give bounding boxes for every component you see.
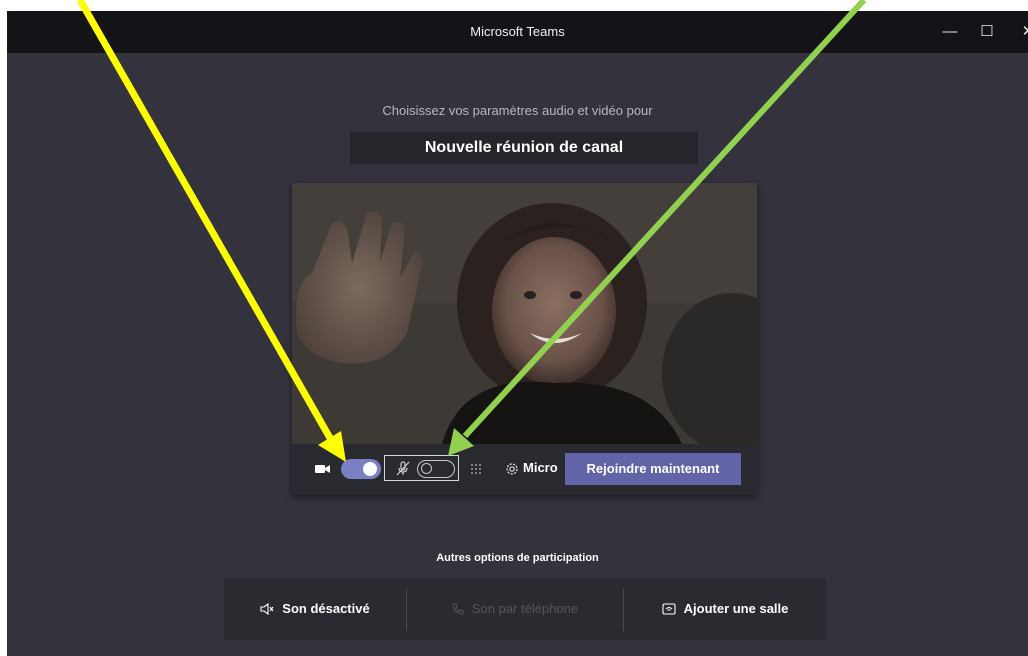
phone-audio-label: Son par téléphone [471, 601, 579, 616]
background-blur-icon[interactable] [469, 462, 483, 476]
window-title: Microsoft Teams [470, 24, 565, 39]
camera-toggle[interactable] [341, 459, 381, 479]
video-camera-icon [315, 465, 330, 473]
device-controls: Micro Rejoindre maintenant [292, 444, 757, 495]
webcam-image [292, 183, 757, 444]
toggle-knob [363, 462, 377, 476]
audio-off-option[interactable]: Son désactivé [224, 578, 406, 640]
minimize-button[interactable]: — [932, 11, 968, 53]
video-preview [292, 183, 757, 444]
add-room-label: Ajouter une salle [683, 601, 789, 616]
close-button[interactable]: ✕ [1010, 11, 1028, 53]
audio-off-label: Son désactivé [282, 601, 370, 616]
microphone-control-highlight [384, 455, 459, 481]
microphone-off-icon [396, 461, 410, 476]
add-room-option[interactable]: Ajouter une salle [624, 578, 826, 640]
prejoin-card: Micro Rejoindre maintenant [292, 183, 757, 495]
toggle-knob [421, 463, 432, 474]
phone-icon [452, 603, 464, 615]
room-icon [662, 603, 676, 615]
gear-icon[interactable] [504, 461, 520, 477]
microphone-toggle[interactable] [417, 460, 455, 478]
speaker-muted-icon [260, 602, 274, 615]
other-options-title: Autres options de participation [436, 552, 599, 564]
other-options-bar: Son désactivé Son par téléphone Ajouter … [224, 578, 826, 640]
maximize-button[interactable]: ☐ [969, 11, 1005, 53]
screenshot-root: Microsoft Teams — ☐ ✕ Choisissez vos par… [0, 0, 1028, 656]
join-now-button[interactable]: Rejoindre maintenant [565, 453, 741, 485]
phone-audio-option: Son par téléphone [407, 578, 623, 640]
meeting-title: Nouvelle réunion de canal [350, 132, 698, 164]
prejoin-prompt: Choisissez vos paramètres audio et vidéo… [382, 103, 653, 118]
title-bar: Microsoft Teams — ☐ ✕ [7, 11, 1028, 53]
teams-window: Microsoft Teams — ☐ ✕ Choisissez vos par… [7, 11, 1028, 656]
